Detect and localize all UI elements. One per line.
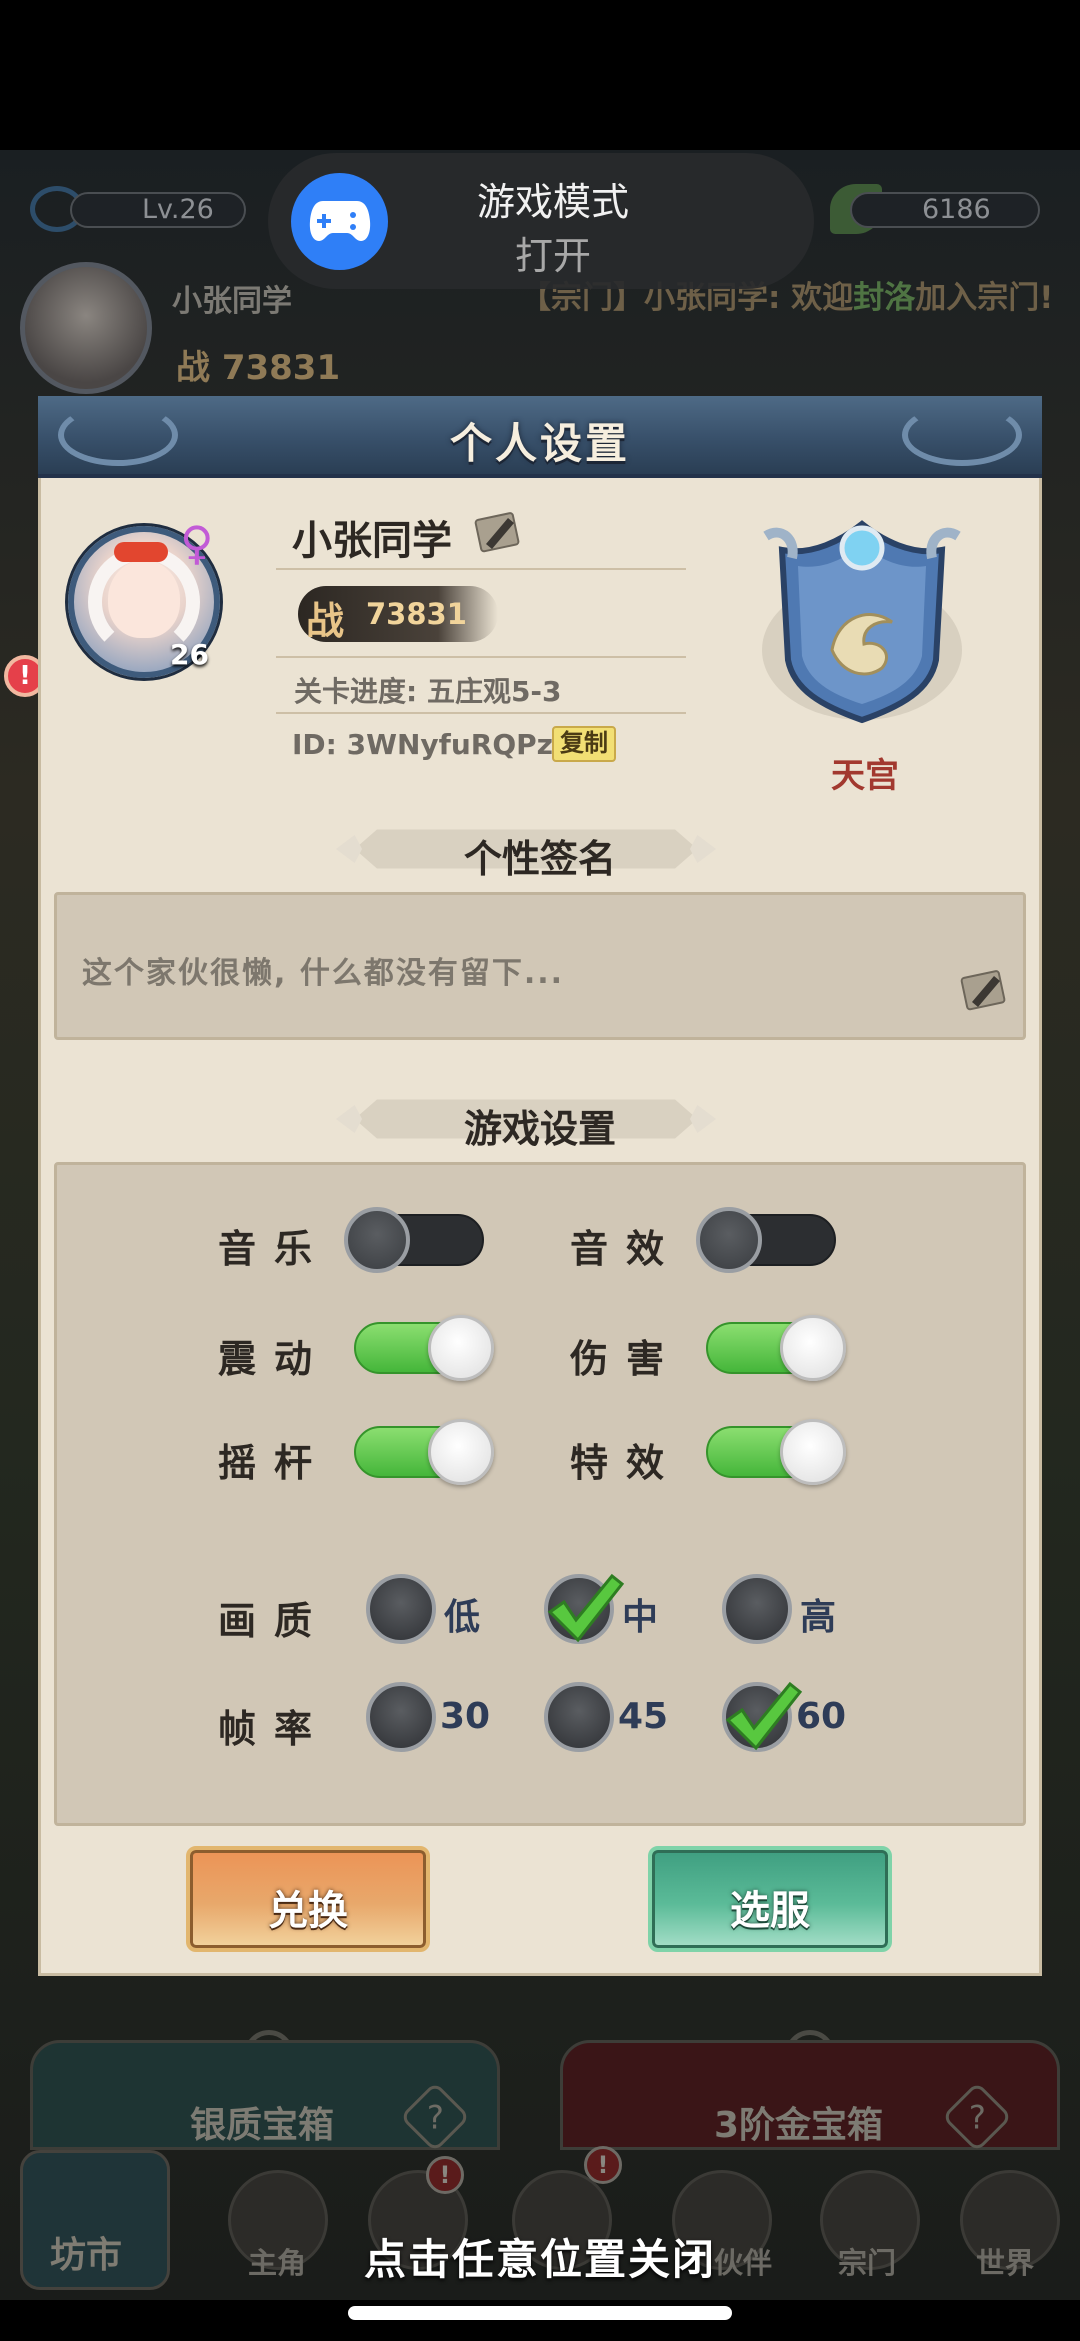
- silver-chest-label: 银质宝箱: [190, 2105, 335, 2146]
- quality-high-label: 高: [800, 1597, 837, 1638]
- music-label: 音乐: [218, 1227, 331, 1271]
- notification-badge: !: [584, 2146, 622, 2184]
- framerate-60-radio[interactable]: [722, 1681, 802, 1752]
- rank-name: 天宫: [831, 756, 899, 796]
- power-label: 战: [306, 599, 345, 643]
- toast-title: 游戏模式: [476, 180, 629, 224]
- gold-chest-label: 3阶金宝箱: [714, 2105, 884, 2146]
- vibration-label: 震动: [218, 1337, 331, 1381]
- quality-high-radio[interactable]: [722, 1574, 792, 1644]
- gamepad-icon: [291, 173, 388, 270]
- dialog-header: 个人设置: [38, 396, 1042, 478]
- background-power: 战 73831: [176, 348, 341, 388]
- toast-status: 打开: [514, 234, 591, 278]
- avatar-level: 26: [170, 638, 209, 671]
- game-mode-toast: 游戏模式 打开: [268, 153, 814, 289]
- background-avatar: [20, 262, 152, 394]
- sound-effects-label: 音效: [570, 1227, 683, 1271]
- select-server-button[interactable]: 选服: [648, 1846, 892, 1952]
- player-name: 小张同学: [292, 518, 452, 564]
- game-settings-heading: 游戏设置: [463, 1107, 616, 1151]
- divider: [276, 568, 686, 570]
- dialog-title: 个人设置: [449, 419, 630, 468]
- signature-text: 这个家伙很懒, 什么都没有留下...: [82, 956, 565, 991]
- coin-pill: 6186: [850, 192, 1040, 228]
- framerate-60-label: 60: [796, 1696, 847, 1737]
- notification-badge: !: [426, 2156, 464, 2194]
- female-gender-icon: ♀: [180, 516, 214, 570]
- edit-signature-icon[interactable]: [958, 964, 1010, 1016]
- vibration-toggle[interactable]: [354, 1315, 494, 1381]
- framerate-label: 帧率: [218, 1707, 331, 1751]
- game-settings-panel: [54, 1162, 1026, 1826]
- sound-effects-toggle[interactable]: [696, 1207, 836, 1273]
- quality-low-radio[interactable]: [366, 1574, 436, 1644]
- checkmark-icon: [547, 1573, 624, 1643]
- tap-anywhere-to-close[interactable]: 点击任意位置关闭: [0, 2226, 1080, 2287]
- quality-low-label: 低: [444, 1597, 481, 1638]
- exchange-button-label: 兑换: [268, 1888, 348, 1934]
- exchange-button[interactable]: 兑换: [186, 1846, 430, 1952]
- player-id: ID: 3WNyfuRQPza: [292, 728, 572, 761]
- effects-toggle[interactable]: [706, 1419, 846, 1485]
- divider: [276, 712, 686, 714]
- damage-toggle[interactable]: [706, 1315, 846, 1381]
- joystick-toggle[interactable]: [354, 1419, 494, 1485]
- power-value: 73831: [366, 597, 467, 631]
- quality-label: 画质: [218, 1599, 331, 1643]
- effects-label: 特效: [570, 1441, 683, 1485]
- level-pill: Lv.26: [70, 192, 246, 228]
- music-toggle[interactable]: [344, 1207, 484, 1273]
- divider: [276, 656, 686, 658]
- quality-medium-label: 中: [622, 1597, 659, 1638]
- copy-id-button[interactable]: 复制: [552, 726, 616, 762]
- rank-emblem-icon: [762, 520, 962, 724]
- home-indicator[interactable]: [348, 2306, 732, 2320]
- signature-heading: 个性签名: [463, 837, 616, 881]
- stage-progress: 关卡进度: 五庄观5-3: [294, 675, 562, 708]
- select-server-button-label: 选服: [730, 1888, 810, 1934]
- edit-name-icon[interactable]: [472, 506, 524, 558]
- framerate-45-label: 45: [618, 1696, 669, 1737]
- framerate-30-radio[interactable]: [366, 1682, 436, 1752]
- background-player-name: 小张同学: [172, 284, 292, 319]
- joystick-label: 摇杆: [218, 1441, 331, 1485]
- damage-label: 伤害: [570, 1337, 683, 1381]
- framerate-45-radio[interactable]: [544, 1682, 614, 1752]
- checkmark-icon: [725, 1681, 802, 1751]
- quality-medium-radio[interactable]: [544, 1573, 624, 1644]
- framerate-30-label: 30: [440, 1696, 491, 1737]
